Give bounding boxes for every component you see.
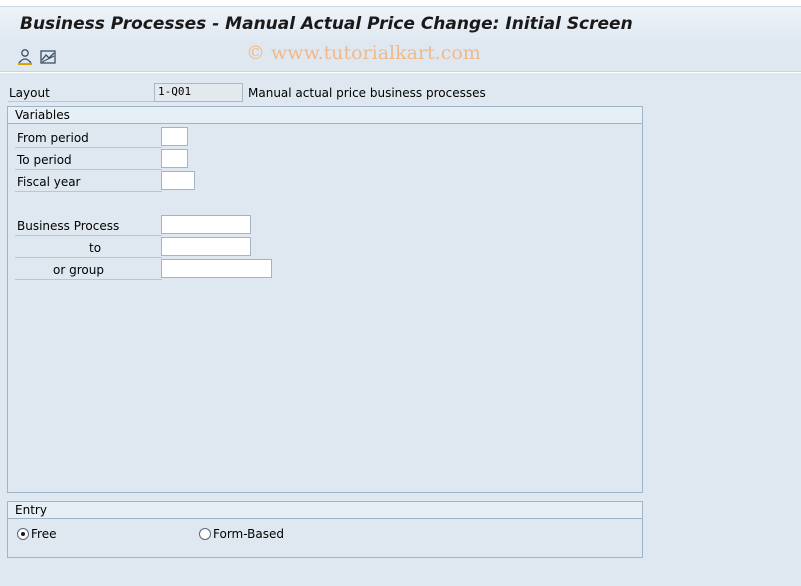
entry-group: Entry Free Form-Based bbox=[7, 501, 643, 558]
business-process-to-label: to bbox=[89, 241, 102, 255]
page-title: Business Processes - Manual Actual Price… bbox=[20, 14, 633, 34]
watermark: © www.tutorialkart.com bbox=[246, 42, 481, 64]
business-process-underline bbox=[15, 235, 162, 236]
main-content: Layout 1-Q01 Manual actual price busines… bbox=[0, 73, 801, 586]
layout-label: Layout bbox=[9, 86, 50, 100]
to-period-underline bbox=[15, 169, 162, 170]
free-label: Free bbox=[31, 527, 57, 541]
chart-icon[interactable] bbox=[39, 48, 57, 66]
title-bar: Business Processes - Manual Actual Price… bbox=[0, 6, 801, 42]
variables-header: Variables bbox=[8, 107, 642, 124]
business-process-label: Business Process bbox=[17, 219, 120, 233]
business-process-to-field[interactable] bbox=[161, 237, 251, 256]
group-field[interactable] bbox=[161, 259, 272, 278]
entry-header: Entry bbox=[8, 502, 642, 519]
from-period-field[interactable] bbox=[161, 127, 188, 146]
business-process-field[interactable] bbox=[161, 215, 251, 234]
business-process-to-underline bbox=[15, 257, 162, 258]
from-period-label: From period bbox=[17, 131, 89, 145]
user-settings-icon[interactable] bbox=[16, 48, 34, 66]
fiscal-year-label: Fiscal year bbox=[17, 175, 81, 189]
from-period-underline bbox=[15, 147, 162, 148]
form-based-label: Form-Based bbox=[213, 527, 284, 541]
free-radio[interactable] bbox=[17, 528, 29, 540]
group-label: or group bbox=[53, 263, 104, 277]
fiscal-year-field[interactable] bbox=[161, 171, 195, 190]
layout-underline bbox=[8, 101, 154, 102]
group-underline bbox=[15, 279, 162, 280]
variables-group: Variables From period To period Fiscal y… bbox=[7, 106, 643, 493]
layout-description: Manual actual price business processes bbox=[248, 86, 486, 100]
to-period-field[interactable] bbox=[161, 149, 188, 168]
form-based-radio[interactable] bbox=[199, 528, 211, 540]
layout-field: 1-Q01 bbox=[154, 83, 243, 102]
fiscal-year-underline bbox=[15, 191, 162, 192]
to-period-label: To period bbox=[17, 153, 72, 167]
